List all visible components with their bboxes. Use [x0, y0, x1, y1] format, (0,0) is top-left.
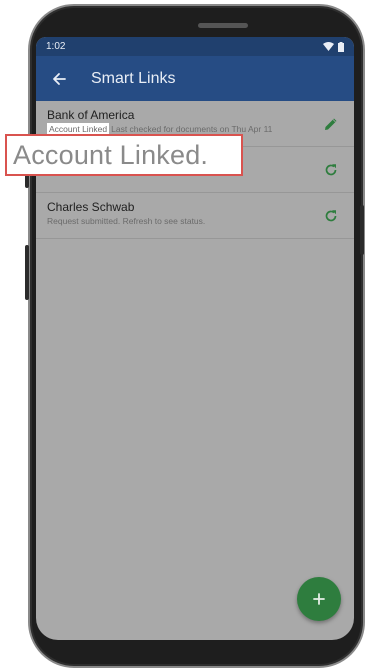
- status-time: 1:02: [46, 41, 66, 52]
- pencil-icon: [325, 118, 337, 130]
- device-screen: 1:02 Smart Links Bank of America Account…: [36, 37, 354, 640]
- battery-icon: [338, 41, 344, 52]
- speaker-grille: [198, 23, 248, 28]
- app-bar: Smart Links: [36, 56, 354, 101]
- page-title: Smart Links: [91, 69, 176, 87]
- arrow-left-icon: [53, 72, 66, 85]
- back-button[interactable]: [36, 56, 82, 101]
- bixby-button: [25, 245, 29, 300]
- refresh-button[interactable]: [320, 159, 342, 181]
- add-link-button[interactable]: [297, 577, 341, 621]
- link-status: Last checked for documents on Thu Apr 11: [111, 124, 273, 134]
- refresh-button[interactable]: [320, 205, 342, 227]
- status-bar: 1:02: [36, 37, 354, 56]
- status-icons: [323, 41, 344, 52]
- link-name: Charles Schwab: [47, 200, 135, 214]
- power-button: [360, 205, 364, 255]
- link-name: Bank of America: [47, 108, 135, 122]
- wifi-icon: [323, 42, 334, 51]
- link-status: Request submitted. Refresh to see status…: [47, 216, 206, 226]
- refresh-icon: [325, 210, 337, 222]
- list-item-charles-schwab[interactable]: Charles Schwab Request submitted. Refres…: [36, 193, 354, 239]
- edit-link-button[interactable]: [320, 113, 342, 135]
- refresh-icon: [325, 164, 337, 176]
- zoom-callout: Account Linked.: [5, 134, 243, 176]
- plus-icon: [313, 593, 325, 605]
